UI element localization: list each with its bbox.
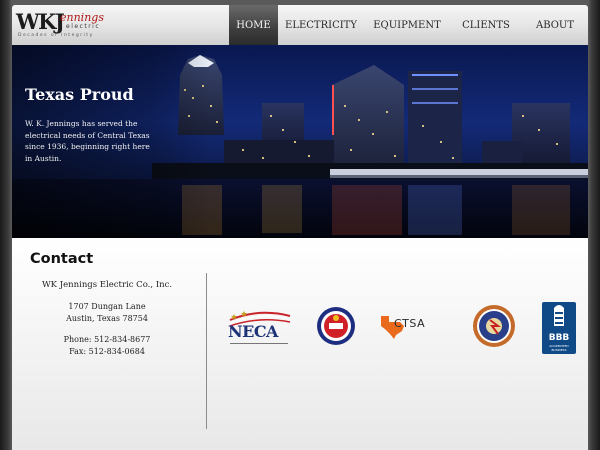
nav-about[interactable]: ABOUT	[522, 5, 588, 45]
site-header: WKJ ennings electric Decades of Integrit…	[12, 5, 588, 45]
company-name: WK Jennings Electric Co., Inc.	[41, 280, 173, 290]
logo-tagline: Decades of Integrity	[18, 33, 94, 38]
ctsa-logo[interactable]: CTSA	[378, 312, 448, 342]
wkj-logo[interactable]: WKJ ennings electric Decades of Integrit…	[16, 9, 116, 41]
main-nav: HOME ELECTRICITY EQUIPMENT CLIENTS ABOUT	[229, 5, 588, 45]
njatc-seal[interactable]	[316, 304, 356, 348]
nav-electricity[interactable]: ELECTRICITY	[278, 5, 364, 45]
nav-equipment[interactable]: EQUIPMENT	[364, 5, 450, 45]
address-block: 1707 Dungan Lane Austin, Texas 78754	[12, 301, 202, 325]
address-line-2: Austin, Texas 78754	[66, 314, 148, 323]
bbb-text: BBB	[548, 333, 570, 343]
contact-section: Contact WK Jennings Electric Co., Inc. 1…	[12, 238, 588, 450]
contact-heading: Contact	[30, 251, 94, 267]
neca-logo[interactable]: NECA	[224, 306, 294, 346]
bbb-torch-icon	[554, 305, 564, 326]
bbb-accredited-badge[interactable]: BBB ACCREDITED BUSINESS	[542, 302, 576, 354]
logo-electric-text: electric	[66, 23, 101, 30]
address-line-1: 1707 Dungan Lane	[68, 302, 146, 311]
affiliation-logos: NECA CTSA BBB ACCREDITED BUSINESS	[224, 302, 584, 354]
nav-clients[interactable]: CLIENTS	[450, 5, 522, 45]
nav-home[interactable]: HOME	[229, 5, 278, 45]
ibew-seal-icon	[473, 305, 515, 347]
phone-number: Phone: 512-834-8677	[63, 335, 151, 344]
fax-number: Fax: 512-834-0684	[69, 347, 145, 356]
ibew-seal[interactable]	[472, 304, 516, 348]
page: WKJ ennings electric Decades of Integrit…	[12, 0, 588, 450]
phone-block: Phone: 512-834-8677 Fax: 512-834-0684	[12, 334, 202, 358]
logo-wkj-mark: WKJ	[16, 9, 65, 34]
hero-description: W. K. Jennings has served the electrical…	[25, 119, 150, 163]
section-divider	[206, 273, 207, 429]
neca-text: NECA	[228, 322, 278, 341]
njatc-seal-icon	[317, 307, 355, 345]
ctsa-text: CTSA	[394, 317, 426, 330]
bbb-accredited-text: ACCREDITED BUSINESS	[549, 344, 569, 352]
hero-title: Texas Proud	[25, 85, 134, 104]
hero-banner: Texas Proud W. K. Jennings has served th…	[12, 45, 588, 238]
